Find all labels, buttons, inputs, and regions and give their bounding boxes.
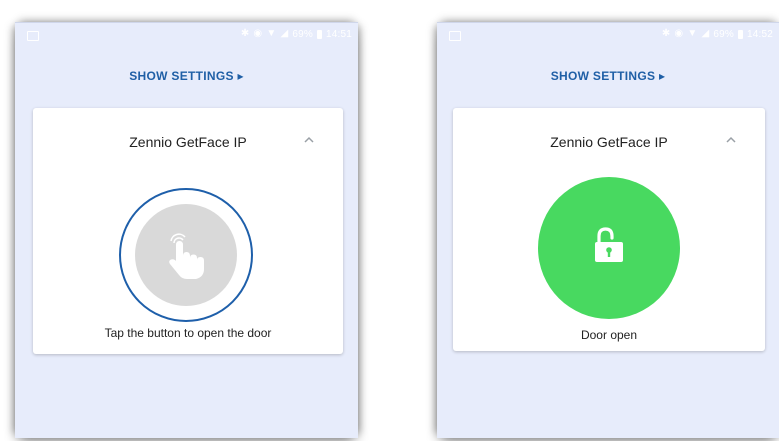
door-open-indicator[interactable] — [538, 177, 680, 319]
door-status-caption: Tap the button to open the door — [104, 326, 272, 340]
notification-icon — [27, 31, 39, 41]
signal-icon: ◢ — [701, 28, 710, 39]
chevron-up-icon[interactable] — [723, 134, 739, 146]
bluetooth-icon: ✱ — [661, 28, 671, 39]
show-settings-link[interactable]: SHOW SETTINGS ▸ — [15, 69, 358, 83]
battery-icon — [737, 29, 743, 39]
device-title: Zennio GetFace IP — [550, 134, 668, 150]
chevron-up-icon[interactable] — [301, 134, 317, 146]
device-card: Zennio GetFace IP Door open — [453, 108, 765, 351]
show-settings-link[interactable]: SHOW SETTINGS ▸ — [437, 69, 779, 83]
unlocked-padlock-icon — [595, 227, 623, 262]
battery-percent: 69% — [713, 28, 734, 40]
status-time: 14:51 — [325, 28, 352, 40]
battery-percent: 69% — [292, 28, 313, 40]
phone-screen-idle: ✱ ◉ ▼ ◢ 69% 14:51 SHOW SETTINGS ▸ Zennio… — [15, 22, 358, 438]
status-bar: ✱ ◉ ▼ ◢ 69% 14:51 — [15, 23, 358, 47]
open-door-button-face — [135, 204, 237, 306]
status-bar: ✱ ◉ ▼ ◢ 69% 14:52 — [437, 23, 779, 47]
vibrate-icon: ◉ — [674, 28, 684, 39]
wifi-icon: ▼ — [687, 28, 698, 39]
wifi-icon: ▼ — [266, 28, 277, 39]
status-indicators: ✱ ◉ ▼ ◢ 69% 14:51 — [241, 28, 352, 40]
vibrate-icon: ◉ — [253, 28, 263, 39]
hand-tap-icon — [169, 233, 204, 279]
phone-screen-door-open: ✱ ◉ ▼ ◢ 69% 14:52 SHOW SETTINGS ▸ Zennio… — [437, 22, 779, 438]
status-indicators: ✱ ◉ ▼ ◢ 69% 14:52 — [662, 28, 773, 40]
device-title: Zennio GetFace IP — [129, 134, 247, 150]
door-status-caption: Door open — [580, 328, 638, 342]
open-door-button[interactable] — [119, 188, 253, 322]
device-card: Zennio GetFace IP Tap the button to open… — [33, 108, 343, 354]
status-time: 14:52 — [746, 28, 773, 40]
battery-icon — [316, 29, 322, 39]
notification-icon — [449, 31, 461, 41]
signal-icon: ◢ — [280, 28, 289, 39]
bluetooth-icon: ✱ — [240, 28, 250, 39]
